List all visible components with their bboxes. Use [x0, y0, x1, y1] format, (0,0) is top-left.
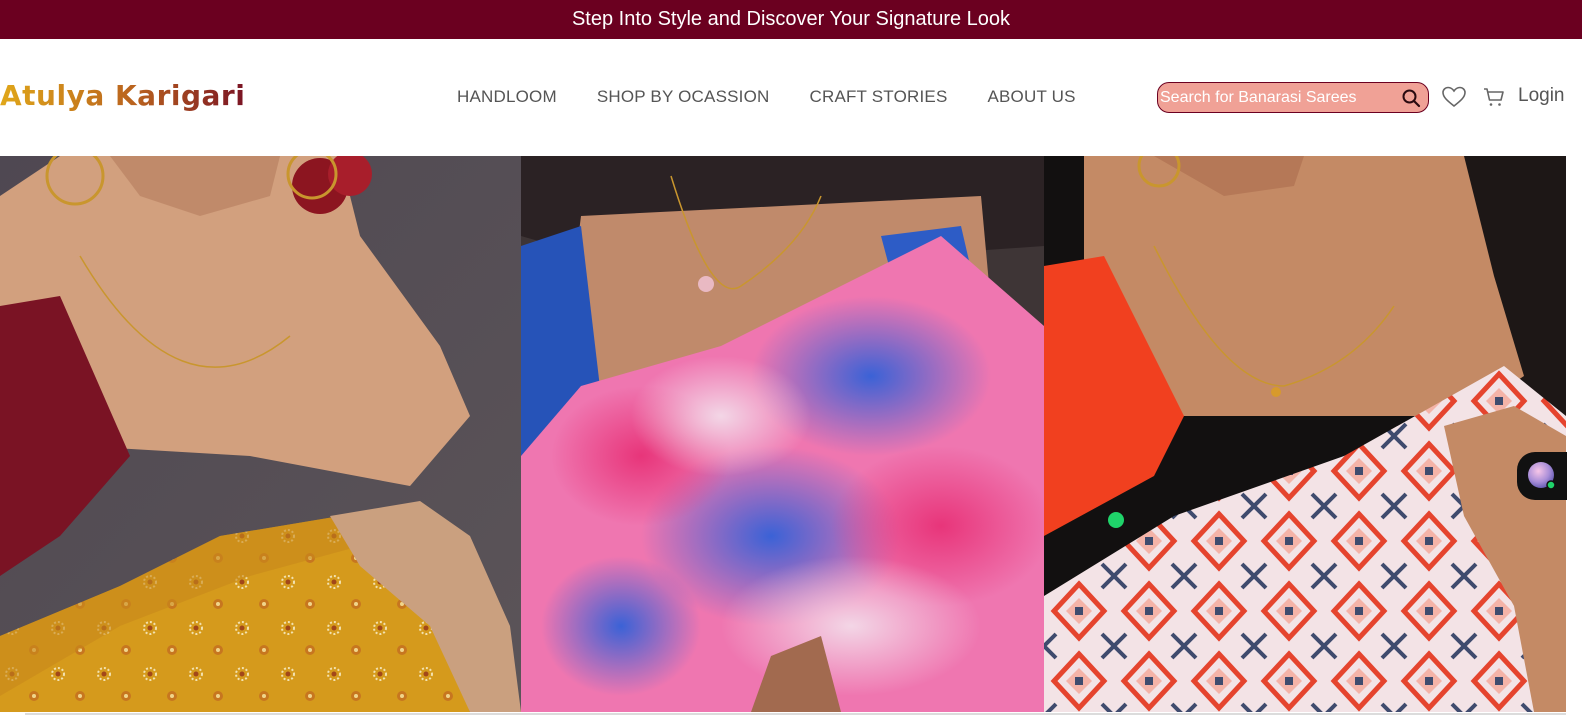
saree-yellow-bandhani-image[interactable]	[0, 156, 521, 712]
site-header: Atulya Karigari HANDLOOM SHOP BY OCASSIO…	[0, 39, 1582, 156]
announcement-bar: Step Into Style and Discover Your Signat…	[0, 0, 1582, 39]
chat-widget-icon[interactable]	[1517, 452, 1567, 500]
search-input[interactable]	[1158, 83, 1398, 112]
login-link[interactable]: Login	[1518, 85, 1565, 107]
nav-item-handloom[interactable]: HANDLOOM	[457, 87, 557, 107]
nav-item-craft-stories[interactable]: CRAFT STORIES	[809, 87, 947, 107]
search-icon[interactable]	[1398, 85, 1424, 111]
saree-ikat-print-image[interactable]	[1044, 156, 1566, 712]
announcement-text: Step Into Style and Discover Your Signat…	[571, 8, 1011, 30]
cart-icon[interactable]	[1481, 84, 1507, 110]
status-dot-icon	[1108, 512, 1124, 528]
search-bar	[1157, 82, 1429, 113]
nav-item-shop-by-occasion[interactable]: SHOP BY OCASSION	[597, 87, 770, 107]
site-logo[interactable]: Atulya Karigari	[0, 79, 245, 112]
nav-item-about-us[interactable]: ABOUT US	[987, 87, 1075, 107]
hero-banner	[0, 156, 1566, 712]
divider	[25, 713, 1566, 715]
heart-icon[interactable]	[1440, 83, 1468, 111]
main-nav: HANDLOOM SHOP BY OCASSION CRAFT STORIES …	[457, 87, 1076, 107]
saree-pink-blue-tie-dye-image[interactable]	[521, 156, 1044, 712]
